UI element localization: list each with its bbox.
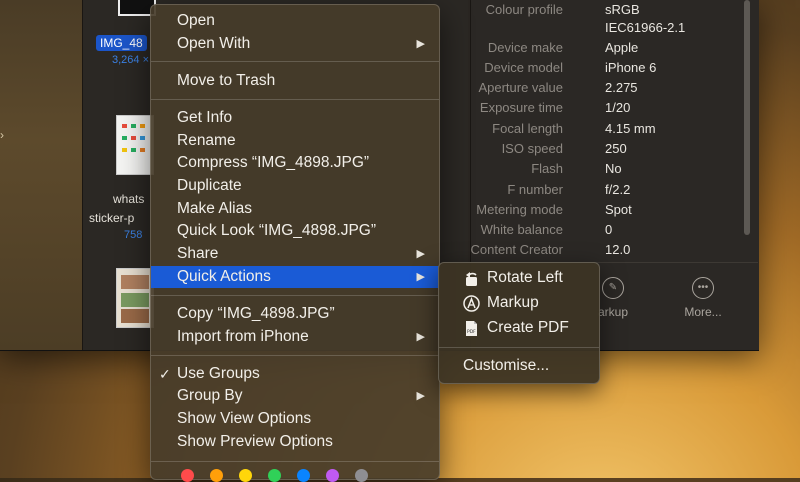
info-row: F number f/2.2: [507, 182, 631, 197]
svg-text:PDF: PDF: [467, 329, 476, 335]
menu-item-move-to-trash[interactable]: Move to Trash: [151, 70, 439, 92]
menu-item-show-view-options[interactable]: Show View Options: [151, 408, 439, 430]
tag-color-dot[interactable]: [239, 469, 252, 482]
quick-actions-submenu: Rotate Left Markup PDF Create PDF Custom…: [438, 262, 600, 384]
info-row: Focal length 4.15 mm: [492, 121, 656, 136]
file-name-sticker-line1[interactable]: whats: [113, 192, 144, 206]
menu-item-open[interactable]: Open: [151, 10, 439, 32]
markup-icon: ✎: [602, 277, 624, 299]
info-row: Content Creator 12.0: [470, 242, 631, 257]
menu-item-use-groups[interactable]: ✓ Use Groups: [151, 363, 439, 385]
tag-color-dot[interactable]: [355, 469, 368, 482]
menu-item-import-from-iphone[interactable]: Import from iPhone ▶: [151, 326, 439, 348]
file-thumbnail-photo[interactable]: [116, 268, 154, 328]
menu-separator: [151, 61, 439, 62]
file-thumbnail-sticker[interactable]: [116, 115, 154, 175]
menu-separator: [151, 99, 439, 100]
menu-item-compress[interactable]: Compress “IMG_4898.JPG”: [151, 152, 439, 174]
tag-color-dot[interactable]: [326, 469, 339, 482]
file-name-sticker-line2[interactable]: sticker-p: [89, 211, 134, 225]
menu-item-get-info[interactable]: Get Info: [151, 107, 439, 129]
submenu-item-customise[interactable]: Customise...: [439, 354, 599, 378]
file-name-selected[interactable]: IMG_48: [96, 35, 147, 51]
menu-item-duplicate[interactable]: Duplicate: [151, 175, 439, 197]
submenu-item-rotate-left[interactable]: Rotate Left: [439, 266, 599, 290]
context-menu: Open Open With ▶ Move to Trash Get Info R…: [150, 4, 440, 482]
menu-item-make-alias[interactable]: Make Alias: [151, 198, 439, 220]
submenu-arrow-icon: ▶: [416, 38, 425, 50]
menu-item-quick-actions[interactable]: Quick Actions ▶: [151, 266, 439, 288]
info-row: Aperture value 2.275: [478, 80, 638, 95]
markup-icon: [463, 295, 480, 312]
submenu-arrow-icon: ▶: [416, 331, 425, 343]
tag-color-dot[interactable]: [297, 469, 310, 482]
submenu-item-create-pdf[interactable]: PDF Create PDF: [439, 316, 599, 340]
checkmark-icon: ✓: [159, 366, 171, 382]
info-row: ISO speed 250: [501, 141, 627, 156]
tag-color-dot[interactable]: [268, 469, 281, 482]
info-row: Metering mode Spot: [476, 202, 632, 217]
file-size-selected: 3,264 ×: [112, 54, 150, 66]
info-row: Device model iPhone 6: [484, 60, 657, 75]
menu-item-group-by[interactable]: Group By ▶: [151, 385, 439, 407]
more-action-button[interactable]: ••• More...: [678, 277, 728, 319]
sidebar-disclosure-icon[interactable]: ›: [0, 128, 4, 142]
menu-item-show-preview-options[interactable]: Show Preview Options: [151, 431, 439, 453]
info-row: Device make Apple: [487, 40, 639, 55]
menu-item-open-with[interactable]: Open With ▶: [151, 33, 439, 55]
menu-separator: [151, 461, 439, 462]
submenu-arrow-icon: ▶: [416, 271, 425, 283]
info-row: Colour profile sRGB: [485, 2, 640, 17]
submenu-item-markup[interactable]: Markup: [439, 291, 599, 315]
info-scrollbar[interactable]: [744, 0, 750, 235]
pdf-document-icon: PDF: [466, 321, 477, 336]
tag-color-dot[interactable]: [181, 469, 194, 482]
finder-sidebar: ›: [0, 0, 83, 350]
menu-separator: [151, 295, 439, 296]
menu-item-rename[interactable]: Rename: [151, 130, 439, 152]
tag-color-dot[interactable]: [210, 469, 223, 482]
file-size-sticker: 758: [124, 229, 143, 241]
info-row: Exposure time 1/20: [479, 100, 631, 115]
submenu-arrow-icon: ▶: [416, 390, 425, 402]
menu-separator: [439, 347, 599, 348]
info-row: Flash No: [531, 161, 622, 176]
info-row: IEC61966-2.1: [605, 20, 686, 35]
info-row: White balance 0: [480, 222, 613, 237]
menu-separator: [151, 355, 439, 356]
rotate-left-icon: [466, 272, 477, 286]
menu-item-copy[interactable]: Copy “IMG_4898.JPG”: [151, 303, 439, 325]
menu-item-quick-look[interactable]: Quick Look “IMG_4898.JPG”: [151, 220, 439, 242]
submenu-arrow-icon: ▶: [416, 248, 425, 260]
more-icon: •••: [692, 277, 714, 299]
menu-item-share[interactable]: Share ▶: [151, 243, 439, 265]
